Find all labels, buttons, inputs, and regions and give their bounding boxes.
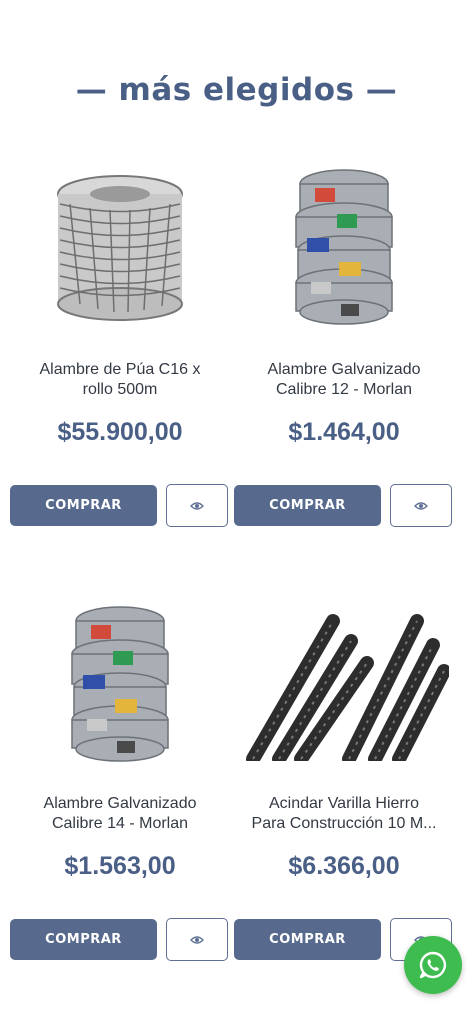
buy-button[interactable]: COMPRAR (10, 485, 157, 526)
product-name[interactable]: Alambre Galvanizado Calibre 12 - Morlan (232, 360, 456, 400)
product-price: $55.900,00 (57, 418, 183, 446)
eye-icon (414, 501, 428, 510)
product-price: $1.563,00 (64, 852, 176, 880)
quick-view-button[interactable] (390, 484, 452, 527)
buy-button[interactable]: COMPRAR (234, 485, 381, 526)
product-image-rebar[interactable] (232, 597, 456, 765)
section-title: — más elegidos — (75, 72, 398, 108)
whatsapp-chat-button[interactable] (404, 936, 462, 994)
product-image-barbed-wire[interactable] (8, 160, 232, 328)
buy-button[interactable]: COMPRAR (234, 919, 381, 960)
whatsapp-icon (419, 951, 447, 979)
product-price: $1.464,00 (288, 418, 400, 446)
eye-icon (190, 935, 204, 944)
product-name[interactable]: Acindar Varilla Hierro Para Construcción… (232, 794, 456, 834)
product-name[interactable]: Alambre Galvanizado Calibre 14 - Morlan (8, 794, 232, 834)
product-image-galvanized-wire[interactable] (232, 160, 456, 328)
buy-button[interactable]: COMPRAR (10, 919, 157, 960)
quick-view-button[interactable] (166, 484, 228, 527)
product-image-galvanized-wire[interactable] (8, 597, 232, 765)
product-price: $6.366,00 (288, 852, 400, 880)
eye-icon (190, 501, 204, 510)
product-name[interactable]: Alambre de Púa C16 x rollo 500m (8, 360, 232, 400)
quick-view-button[interactable] (166, 918, 228, 961)
